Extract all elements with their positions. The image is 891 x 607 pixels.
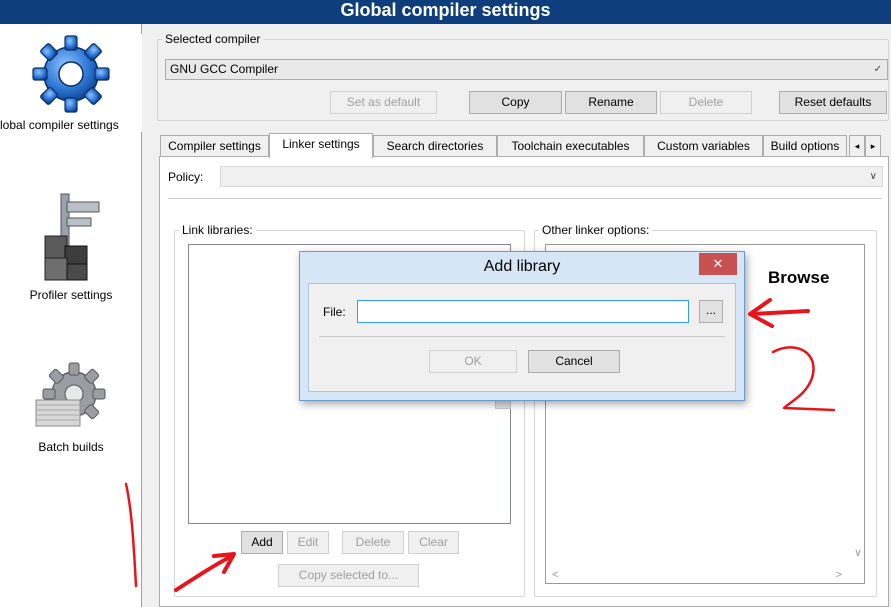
red-annotation-marks [124, 298, 836, 592]
